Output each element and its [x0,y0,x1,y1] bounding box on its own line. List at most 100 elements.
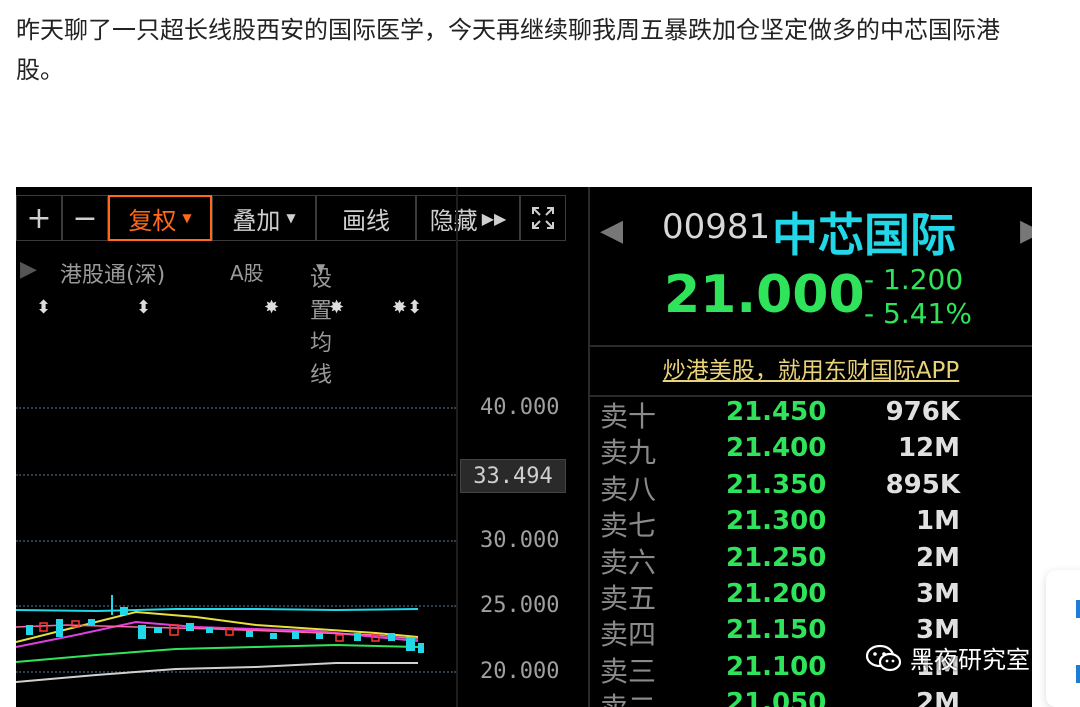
chart-header: ▶ 港股通(深) A股 设置均线 ▼ [16,253,456,388]
partial-icon: ▶ [20,257,37,282]
candle [246,631,253,637]
watermark: 黑夜研究室 [866,640,1030,675]
price-label-30: 30.000 [480,528,560,553]
price-change-percent: - 5.41% [864,297,972,330]
ask-level-label: 卖七 [600,509,657,543]
ask-price: 21.350 [726,469,827,500]
candle [206,627,213,633]
quote-header: ◀ ▶ 00981 中芯国际 21.000 - 1.200 - 5.41% [590,187,1032,347]
last-price: 21.000 [664,265,865,325]
gridline [16,407,456,409]
order-book-row[interactable]: 卖十 21.450 976K [590,395,1032,433]
chart-panel: + − 复权 ▼ 叠加 ▼ 画线 隐藏 ▶▶ ▶ 港股通(深) A股 设置均线 ▼ ⬍ … [16,187,588,707]
sun-marker-icon[interactable]: ✸⬍ [392,297,422,318]
candle [316,633,323,639]
zoom-out-button[interactable]: − [62,195,108,241]
chevron-down-icon: ▼ [286,211,296,225]
ask-volume: 2M [916,542,960,573]
candle [354,633,361,641]
order-book-row[interactable]: 卖七 21.300 1M [590,504,1032,542]
order-book-row[interactable]: 卖九 21.400 12M [590,431,1032,469]
ask-level-label: 卖八 [600,472,657,506]
candle [56,619,63,637]
ask-level-label: 卖三 [600,654,657,688]
price-label-20: 20.000 [480,659,560,684]
a-share-label[interactable]: A股 [230,257,264,286]
watermark-text: 黑夜研究室 [910,646,1030,674]
event-markers: ⬍ ⬍ ✸ ✸ ✸⬍ [16,297,456,327]
ask-level-label: 卖十 [600,400,657,433]
candle [292,631,299,639]
ask-level-label: 卖四 [600,618,657,652]
ma-line-green [16,643,419,663]
zoom-in-button[interactable]: + [16,195,62,241]
ask-level-label: 卖五 [600,581,657,615]
event-marker-icon[interactable]: ⬍ [36,297,51,318]
sun-marker-icon[interactable]: ✸ [329,297,344,318]
candle [418,643,424,653]
ask-volume: 976K [885,397,960,427]
current-price-marker: 33.494 [460,459,566,493]
order-book-row[interactable]: 卖六 21.250 2M [590,541,1032,579]
widget-icon[interactable] [1076,665,1080,683]
order-book-row[interactable]: 卖五 21.200 3M [590,577,1032,615]
ma-line-white [16,662,418,683]
event-marker-icon[interactable]: ⬍ [136,297,151,318]
adjust-dropdown[interactable]: 复权 ▼ [108,195,212,241]
candle [120,607,128,615]
order-book-row[interactable]: 卖二 21.050 2M [590,686,1032,707]
ask-price: 21.200 [726,578,827,609]
article-paragraph: 昨天聊了一只超长线股西安的国际医学，今天再继续聊我周五暴跌加仓坚定做多的中芯国际… [16,16,1000,84]
promo-link[interactable]: 炒港美股，就用东财国际APP [663,358,959,384]
price-label-40: 40.000 [480,395,560,420]
candle [88,619,95,625]
connect-label[interactable]: 港股通(深) [60,257,165,289]
ask-level-label: 卖六 [600,545,657,579]
ask-volume: 895K [885,469,960,500]
ask-level-label: 卖二 [600,686,656,707]
chevron-down-icon: ▼ [182,211,192,225]
ask-volume: 3M [916,578,960,609]
ask-volume: 1M [916,506,960,537]
ask-price: 21.250 [726,542,827,573]
ask-price: 21.300 [726,506,827,537]
prev-stock-icon[interactable]: ◀ [600,213,623,248]
ask-price: 21.100 [726,651,827,682]
price-change: - 1.200 [864,263,964,296]
sun-marker-icon[interactable]: ✸ [264,297,279,318]
side-widget[interactable] [1046,570,1080,707]
overlay-dropdown[interactable]: 叠加 ▼ [212,195,316,241]
promo-banner[interactable]: 炒港美股，就用东财国际APP [590,351,1032,397]
candle [154,627,162,633]
ask-level-label: 卖九 [600,436,657,470]
candle [26,625,33,635]
chevron-down-icon: ▼ [316,261,326,275]
gridline [16,540,456,542]
order-book-row[interactable]: 卖八 21.350 895K [590,468,1032,506]
candle [270,633,277,639]
candle [406,637,415,651]
ask-volume: 12M [897,433,960,464]
stock-name: 中芯国际 [772,208,956,262]
quote-panel: ◀ ▶ 00981 中芯国际 21.000 - 1.200 - 5.41% 炒港… [590,187,1032,707]
draw-line-button[interactable]: 画线 [316,195,416,241]
candle [388,633,395,641]
ask-price: 21.400 [726,433,827,464]
candle [169,624,179,636]
stock-app-screenshot: + − 复权 ▼ 叠加 ▼ 画线 隐藏 ▶▶ ▶ 港股通(深) A股 设置均线 ▼ ⬍ … [16,187,1032,707]
price-label-25: 25.000 [480,593,560,618]
stock-code: 00981 [662,207,771,247]
ask-volume: 2M [916,688,960,707]
candle [335,634,344,642]
candle [39,622,48,632]
overlay-label: 叠加 [232,206,281,235]
widget-icon[interactable] [1076,600,1080,618]
candlestick-chart [16,595,424,683]
adjust-label: 复权 [128,206,177,235]
candle [138,625,146,639]
price-scale: 40.000 30.000 25.000 20.000 [456,187,588,707]
wechat-icon [866,644,902,671]
candle [186,623,194,631]
gridline [16,474,456,476]
next-stock-icon[interactable]: ▶ [1020,213,1032,248]
